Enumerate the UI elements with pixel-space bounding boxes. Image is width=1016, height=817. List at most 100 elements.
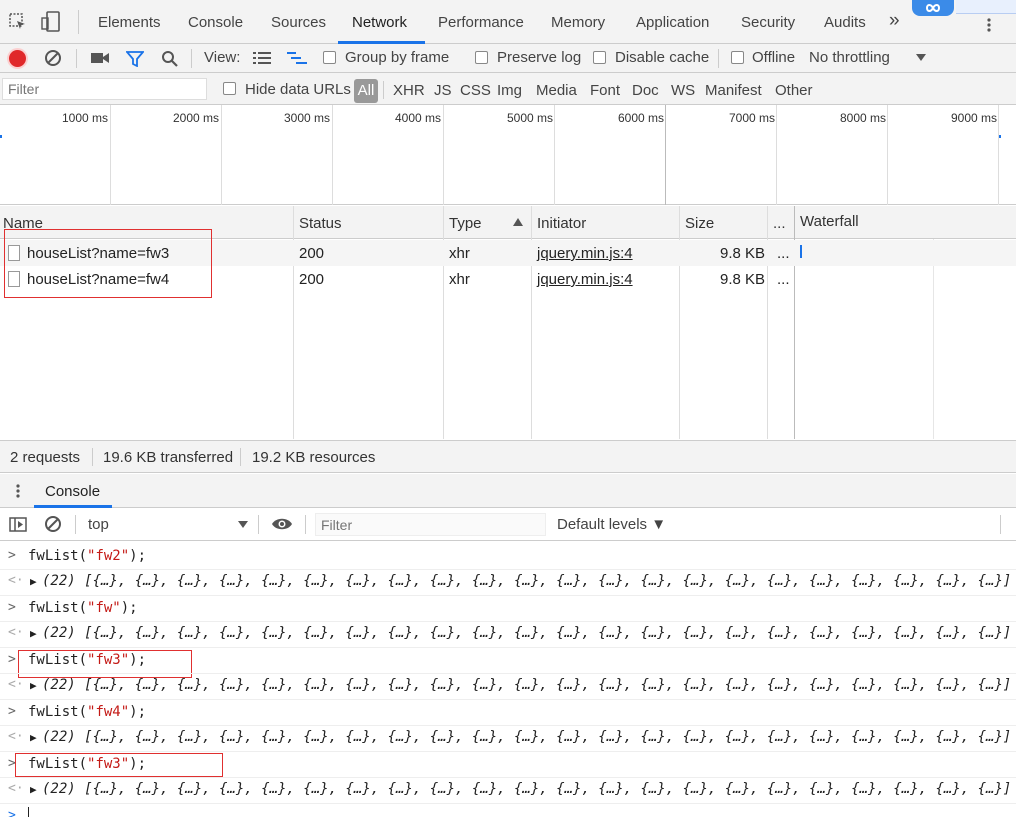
console-output-line[interactable]: <· ▶ (22) [{…}, {…}, {…}, {…}, {…}, {…},… bbox=[0, 621, 1016, 647]
context-selector[interactable]: top bbox=[88, 516, 109, 533]
expand-triangle-icon[interactable]: ▶ bbox=[30, 575, 37, 588]
console-toolbar: top Default levels ▼ bbox=[0, 508, 1016, 541]
column-type[interactable]: Type bbox=[449, 215, 482, 232]
request-name[interactable]: houseList?name=fw4 bbox=[27, 271, 169, 288]
request-initiator-link[interactable]: jquery.min.js:4 bbox=[537, 271, 633, 288]
console-output-line[interactable]: <· ▶ (22) [{…}, {…}, {…}, {…}, {…}, {…},… bbox=[0, 777, 1016, 803]
expand-triangle-icon[interactable]: ▶ bbox=[30, 627, 37, 640]
type-filter-img[interactable]: Img bbox=[497, 82, 522, 99]
array-preview[interactable]: (22) [{…}, {…}, {…}, {…}, {…}, {…}, {…},… bbox=[42, 625, 1011, 641]
column-name[interactable]: Name bbox=[3, 215, 43, 232]
console-output-line[interactable]: <· ▶ (22) [{…}, {…}, {…}, {…}, {…}, {…},… bbox=[0, 673, 1016, 699]
timeline-overview[interactable]: 1000 ms 2000 ms 3000 ms 4000 ms 5000 ms … bbox=[0, 105, 1016, 205]
tab-elements[interactable]: Elements bbox=[98, 14, 161, 31]
tab-sources[interactable]: Sources bbox=[271, 14, 326, 31]
console-input-line[interactable]: > fwList("fw4"); bbox=[0, 700, 1016, 726]
filter-input[interactable] bbox=[2, 78, 207, 100]
column-more[interactable]: ... bbox=[773, 215, 786, 232]
view-label: View: bbox=[204, 49, 241, 66]
type-filter-doc[interactable]: Doc bbox=[632, 82, 659, 99]
timeline-tick: 8000 ms bbox=[840, 111, 887, 125]
console-input-line[interactable]: > fwList("fw3"); bbox=[0, 648, 1016, 674]
console-prompt-line[interactable]: > bbox=[0, 804, 1016, 817]
type-filter-media[interactable]: Media bbox=[536, 82, 577, 99]
inspect-icon[interactable] bbox=[8, 12, 28, 32]
eye-icon[interactable] bbox=[271, 516, 293, 532]
column-waterfall[interactable]: Waterfall bbox=[800, 213, 859, 230]
disable-cache-checkbox[interactable] bbox=[593, 51, 606, 64]
preserve-log-label: Preserve log bbox=[497, 49, 582, 66]
list-view-icon[interactable] bbox=[253, 51, 271, 65]
console-input-line[interactable]: > fwList("fw3"); bbox=[0, 752, 1016, 778]
hide-data-urls-label: Hide data URLs bbox=[245, 81, 351, 98]
expand-triangle-icon[interactable]: ▶ bbox=[30, 731, 37, 744]
code-call: fwList( bbox=[28, 756, 88, 772]
code-call: fwList( bbox=[28, 652, 88, 668]
expand-triangle-icon[interactable]: ▶ bbox=[30, 783, 37, 796]
array-preview[interactable]: (22) [{…}, {…}, {…}, {…}, {…}, {…}, {…},… bbox=[42, 781, 1011, 797]
column-initiator[interactable]: Initiator bbox=[537, 215, 586, 232]
filter-icon[interactable] bbox=[125, 50, 145, 68]
preserve-log-checkbox[interactable] bbox=[475, 51, 488, 64]
code-string: "fw" bbox=[87, 600, 121, 616]
console-output-line[interactable]: <· ▶ (22) [{…}, {…}, {…}, {…}, {…}, {…},… bbox=[0, 725, 1016, 751]
tab-security[interactable]: Security bbox=[741, 14, 795, 31]
array-preview[interactable]: (22) [{…}, {…}, {…}, {…}, {…}, {…}, {…},… bbox=[42, 573, 1011, 589]
hide-data-urls-checkbox[interactable] bbox=[223, 82, 236, 95]
type-filter-xhr[interactable]: XHR bbox=[393, 82, 425, 99]
summary-requests: 2 requests bbox=[10, 449, 81, 466]
type-filter-manifest[interactable]: Manifest bbox=[705, 82, 762, 99]
drawer-tab-console[interactable]: Console bbox=[45, 483, 100, 500]
kebab-menu-icon[interactable] bbox=[14, 482, 22, 500]
array-preview[interactable]: (22) [{…}, {…}, {…}, {…}, {…}, {…}, {…},… bbox=[42, 729, 1011, 745]
log-levels-select[interactable]: Default levels ▼ bbox=[557, 516, 666, 533]
type-filter-font[interactable]: Font bbox=[590, 82, 620, 99]
tab-memory[interactable]: Memory bbox=[551, 14, 605, 31]
tab-performance[interactable]: Performance bbox=[438, 14, 524, 31]
offline-checkbox[interactable] bbox=[731, 51, 744, 64]
console-output-line[interactable]: <· ▶ (22) [{…}, {…}, {…}, {…}, {…}, {…},… bbox=[0, 569, 1016, 595]
timeline-tick: 3000 ms bbox=[284, 111, 331, 125]
chevron-down-icon[interactable] bbox=[237, 520, 249, 530]
column-status[interactable]: Status bbox=[299, 215, 342, 232]
device-toggle-icon[interactable] bbox=[40, 10, 62, 34]
tabs-overflow-button[interactable]: » bbox=[889, 10, 900, 32]
code-end: ); bbox=[120, 600, 138, 616]
type-filter-css[interactable]: CSS bbox=[460, 82, 491, 99]
chevron-down-icon[interactable] bbox=[915, 53, 927, 63]
console-input-line[interactable]: > fwList("fw"); bbox=[0, 596, 1016, 622]
type-filter-other[interactable]: Other bbox=[775, 82, 813, 99]
type-filter-all[interactable]: All bbox=[354, 79, 378, 103]
tab-audits[interactable]: Audits bbox=[824, 14, 866, 31]
console-input-line[interactable]: > fwList("fw2"); bbox=[0, 544, 1016, 570]
request-initiator-link[interactable]: jquery.min.js:4 bbox=[537, 245, 633, 262]
request-more: ... bbox=[777, 271, 790, 288]
type-filter-js[interactable]: JS bbox=[434, 82, 452, 99]
table-row[interactable]: houseList?name=fw3 200 xhr jquery.min.js… bbox=[0, 240, 1016, 266]
waterfall-view-icon[interactable] bbox=[287, 51, 307, 65]
tab-network[interactable]: Network bbox=[352, 14, 407, 31]
input-prompt-icon: > bbox=[8, 548, 16, 563]
column-size[interactable]: Size bbox=[685, 215, 714, 232]
request-name[interactable]: houseList?name=fw3 bbox=[27, 245, 169, 262]
type-filter-ws[interactable]: WS bbox=[671, 82, 695, 99]
group-by-frame-checkbox[interactable] bbox=[323, 51, 336, 64]
record-icon[interactable] bbox=[9, 50, 26, 67]
kebab-menu-icon[interactable] bbox=[984, 16, 994, 34]
output-prompt-icon: <· bbox=[8, 625, 24, 640]
array-preview[interactable]: (22) [{…}, {…}, {…}, {…}, {…}, {…}, {…},… bbox=[42, 677, 1011, 693]
clear-console-icon[interactable] bbox=[44, 515, 62, 533]
throttling-select[interactable]: No throttling bbox=[809, 49, 890, 66]
tab-application[interactable]: Application bbox=[636, 14, 709, 31]
table-row[interactable]: houseList?name=fw4 200 xhr jquery.min.js… bbox=[0, 266, 795, 292]
tab-console[interactable]: Console bbox=[188, 14, 243, 31]
camera-icon[interactable] bbox=[90, 50, 110, 66]
sidebar-toggle-icon[interactable] bbox=[8, 516, 28, 532]
console-filter-input[interactable] bbox=[315, 513, 546, 536]
waterfall-bar bbox=[800, 245, 802, 258]
expand-triangle-icon[interactable]: ▶ bbox=[30, 679, 37, 692]
requests-table-header: Name Status Type Initiator Size ... Wate… bbox=[0, 206, 1016, 239]
clear-icon[interactable] bbox=[44, 49, 62, 67]
timeline-request-mark bbox=[0, 135, 2, 138]
search-icon[interactable] bbox=[160, 49, 180, 69]
